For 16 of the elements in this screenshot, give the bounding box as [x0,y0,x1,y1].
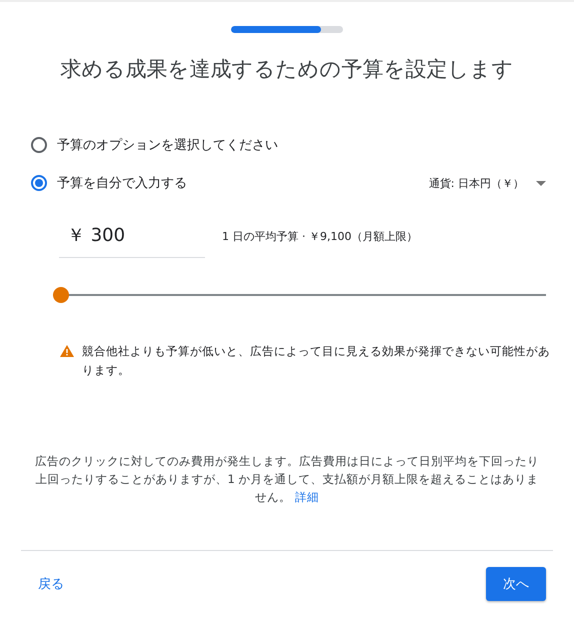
currency-dropdown[interactable]: 通貨: 日本円（￥） [428,176,546,190]
slider-thumb[interactable] [53,287,69,303]
radio-button[interactable] [31,175,47,191]
caret-icon [536,180,546,186]
disclaimer-text: 広告のクリックに対してのみ費用が発生します。広告費用は日によって日別平均を下回ったり上回ったりすることがありますが、1 か月を通して、支払額が月額上限を超えることはありません。 詳細 [34,453,540,506]
warning-text: 競合他社よりも予算が低いと、広告によって目に見える効果が発揮できない可能性があります。 [82,343,551,379]
daily-budget-note: 1 日の平均予算 · ￥9,100（月額上限） [222,229,418,244]
radio-button[interactable] [31,137,47,153]
budget-field[interactable]: ￥ 300 [59,215,205,258]
next-button[interactable]: 次へ [486,567,546,601]
page-title: 求める成果を達成するための予算を設定します [60,56,514,83]
back-link[interactable]: 戻る [38,575,64,593]
option-label: 予算のオプションを選択してください [57,137,278,154]
warning-icon [60,345,74,357]
details-link[interactable]: 詳細 [294,490,319,504]
option-label: 予算を自分で入力する [57,175,187,192]
